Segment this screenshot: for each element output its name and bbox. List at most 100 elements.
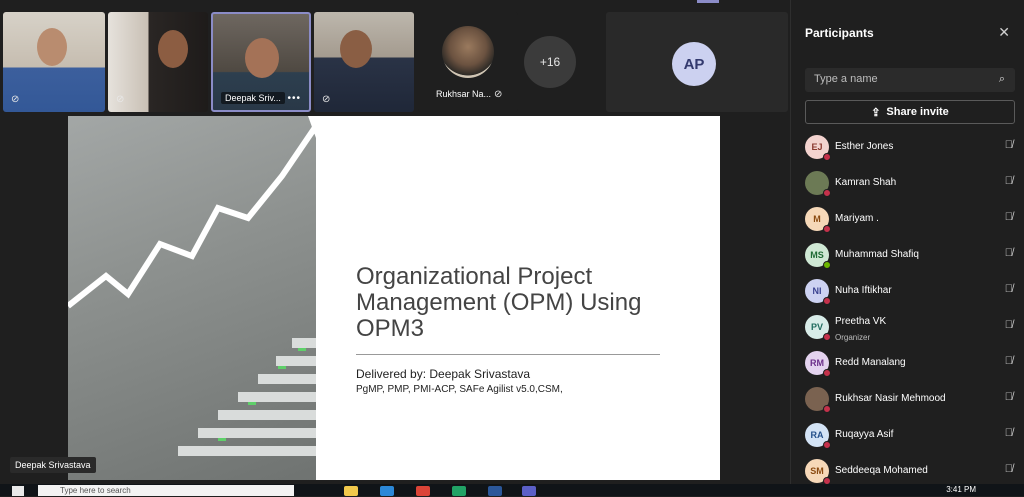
avatar [805, 171, 831, 197]
avatar-initials: MS [810, 250, 824, 260]
mic-off-icon[interactable]: 🎙̸ [1005, 139, 1013, 151]
self-tile[interactable]: AP [606, 12, 788, 112]
mic-off-icon[interactable]: 🎙̸ [1005, 391, 1013, 403]
windows-taskbar: Type here to search 3:41 PM [0, 484, 1024, 496]
avatar [442, 26, 494, 78]
share-invite-button[interactable]: ⇪ Share invite [805, 100, 1015, 124]
participant-row[interactable]: RM Redd Manalang 🎙̸ [791, 346, 1024, 382]
share-invite-label: Share invite [886, 106, 949, 118]
overflow-participants-button[interactable]: +16 [524, 36, 576, 88]
participant-name: Mariyam . [835, 213, 879, 224]
participant-video [37, 28, 67, 66]
teams-icon[interactable] [522, 486, 536, 496]
participant-search: ⌕ [805, 68, 1015, 92]
participant-row[interactable]: RA Ruqayya Asif 🎙̸ [791, 418, 1024, 454]
mic-off-icon[interactable]: 🎙̸ [1005, 211, 1013, 223]
participant-role: Organizer [835, 333, 871, 342]
avatar-initials: PV [810, 322, 823, 332]
video-tile-active[interactable]: Deepak Sriv... ••• [211, 12, 311, 112]
tile-name-label: Rukhsar Na... [436, 89, 492, 99]
avatar-initials: NI [812, 286, 822, 296]
slide-title-line: Organizational Project [356, 263, 593, 290]
growth-chart-graphic [68, 116, 316, 456]
participant-name: Kamran Shah [835, 177, 897, 188]
edge-icon[interactable] [380, 486, 394, 496]
tile-name-label: Deepak Sriv... [221, 92, 285, 104]
excel-icon[interactable] [452, 486, 466, 496]
close-icon[interactable]: ✕ [998, 24, 1010, 41]
participant-row[interactable]: NI Nuha Iftikhar 🎙̸ [791, 274, 1024, 310]
system-clock: 3:41 PM [946, 485, 976, 494]
slide-title-line: Management (OPM) Using [356, 289, 642, 316]
mic-off-icon[interactable]: 🎙̸ [1005, 355, 1013, 367]
participant-list: EJ Esther Jones 🎙̸ Kamran Shah 🎙̸ M Mariyam . 🎙… [791, 130, 1024, 484]
participant-name: Rukhsar Nasir Mehmood [835, 393, 946, 404]
participants-panel: Participants ✕ ⌕ ⇪ Share invite EJ Esther… [790, 0, 1024, 484]
avatar: AP [672, 42, 716, 86]
presence-status-icon [823, 369, 831, 377]
taskbar-search[interactable]: Type here to search [38, 485, 294, 496]
participant-name: Muhammad Shafiq [835, 249, 919, 260]
presence-status-icon [823, 333, 831, 341]
avatar-initials: SM [810, 466, 824, 476]
shared-slide: Organizational Project Management (OPM) … [68, 116, 720, 480]
video-tile[interactable]: ⊘ [108, 12, 208, 112]
chrome-icon[interactable] [416, 486, 430, 496]
presence-status-icon [823, 189, 831, 197]
participant-name: Seddeeqa Mohamed [835, 465, 928, 476]
mic-off-icon: ⊘ [494, 89, 503, 100]
participant-row[interactable]: MS Muhammad Shafiq 🎙̸ [791, 238, 1024, 274]
slide-divider [356, 354, 660, 355]
mic-off-icon[interactable]: 🎙̸ [1005, 283, 1013, 295]
participant-name: Preetha VK [835, 316, 887, 327]
participant-row[interactable]: PV Preetha VK Organizer 🎙̸ [791, 310, 1024, 346]
presence-status-icon [823, 297, 831, 305]
mic-off-icon[interactable]: 🎙̸ [1005, 463, 1013, 475]
mic-off-icon[interactable]: 🎙̸ [1005, 427, 1013, 439]
avatar-initials: M [813, 214, 821, 224]
search-input[interactable] [814, 73, 984, 85]
participant-row[interactable]: Kamran Shah 🎙̸ [791, 166, 1024, 202]
participant-name: Ruqayya Asif [835, 429, 894, 440]
mic-off-icon[interactable]: 🎙̸ [1005, 247, 1013, 259]
presence-status-icon [823, 405, 831, 413]
video-tile[interactable]: ⊘ [3, 12, 105, 112]
presence-status-icon [823, 441, 831, 449]
avatar-initials: RA [810, 430, 824, 440]
participant-row[interactable]: SM Seddeeqa Mohamed 🎙̸ [791, 454, 1024, 484]
mic-off-icon[interactable]: 🎙̸ [1005, 319, 1013, 331]
avatar: NI [805, 279, 831, 305]
file-explorer-icon[interactable] [344, 486, 358, 496]
participant-row[interactable]: Rukhsar Nasir Mehmood 🎙̸ [791, 382, 1024, 418]
mic-off-icon: ⊘ [116, 94, 125, 105]
windows-start-icon[interactable] [12, 486, 24, 496]
slide-title: Organizational Project Management (OPM) … [356, 264, 696, 342]
participant-row[interactable]: M Mariyam . 🎙̸ [791, 202, 1024, 238]
slide-delivered-by: Delivered by: Deepak Srivastava [356, 367, 531, 381]
video-tile-strip: ⊘ ⊘ Deepak Sriv... ••• ⊘ Rukhsar Na... ⊘… [0, 10, 790, 114]
slide-credentials: PgMP, PMP, PMI-ACP, SAFe Agilist v5.0,CS… [356, 384, 563, 395]
share-icon: ⇪ [871, 106, 881, 119]
word-icon[interactable] [488, 486, 502, 496]
top-accent-bar [697, 0, 719, 3]
meeting-stage: ⊘ ⊘ Deepak Sriv... ••• ⊘ Rukhsar Na... ⊘… [0, 0, 790, 484]
video-tile[interactable]: Rukhsar Na... ⊘ [418, 12, 518, 112]
more-options-icon[interactable]: ••• [287, 93, 301, 104]
panel-title: Participants [805, 26, 874, 40]
presence-status-icon [823, 261, 831, 269]
search-icon[interactable]: ⌕ [999, 73, 1005, 86]
participant-video [158, 30, 188, 68]
mic-off-icon: ⊘ [322, 94, 331, 105]
participant-name: Redd Manalang [835, 357, 906, 368]
participant-row[interactable]: EJ Esther Jones 🎙̸ [791, 130, 1024, 166]
avatar: M [805, 207, 831, 233]
slide-image [68, 116, 316, 480]
participant-name: Nuha Iftikhar [835, 285, 892, 296]
presenter-name-label: Deepak Srivastava [10, 457, 96, 473]
video-tile[interactable]: ⊘ [314, 12, 414, 112]
avatar [805, 387, 831, 413]
mic-off-icon[interactable]: 🎙̸ [1005, 175, 1013, 187]
participant-name: Esther Jones [835, 141, 894, 152]
avatar: EJ [805, 135, 831, 161]
presence-status-icon [823, 153, 831, 161]
